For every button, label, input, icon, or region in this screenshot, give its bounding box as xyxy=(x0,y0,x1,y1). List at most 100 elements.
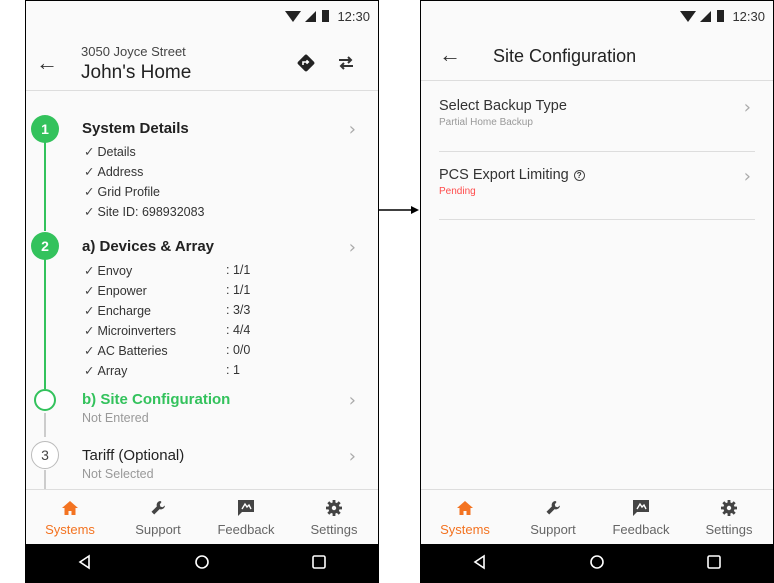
feedback-icon xyxy=(202,497,290,519)
checklist-item: ✓ Microinverters xyxy=(84,324,176,338)
pcs-export-limiting-row[interactable]: PCS Export Limiting? Pending xyxy=(439,167,755,197)
step-1-marker: 1 xyxy=(31,115,59,143)
row-title: Select Backup Type xyxy=(439,98,567,114)
nav-label: Settings xyxy=(705,522,753,537)
check-icon: ✓ xyxy=(84,185,95,199)
android-home-icon[interactable] xyxy=(589,554,605,575)
check-icon: ✓ xyxy=(84,284,95,298)
device-count: : 4/4 xyxy=(226,323,251,337)
check-icon: ✓ xyxy=(84,145,95,159)
status-time: 12:30 xyxy=(337,8,370,24)
feedback-icon xyxy=(597,497,685,519)
wrench-icon xyxy=(509,497,597,519)
gear-icon xyxy=(290,497,378,519)
check-icon: ✓ xyxy=(84,205,95,219)
nav-settings[interactable]: Settings xyxy=(685,490,773,544)
flow-arrow-icon xyxy=(379,206,419,214)
checklist-item: ✓ Site ID: 698932083 xyxy=(84,205,205,219)
divider xyxy=(439,219,755,220)
step-2-marker: 2 xyxy=(31,232,59,260)
row-title: PCS Export Limiting? xyxy=(439,167,755,183)
android-back-icon[interactable] xyxy=(472,554,488,575)
back-arrow-icon[interactable]: ← xyxy=(36,52,58,74)
nav-support[interactable]: Support xyxy=(509,490,597,544)
bottom-nav: Systems Support Feedback Settings xyxy=(26,489,378,544)
checklist-item: ✓ Address xyxy=(84,165,144,179)
checklist-item: ✓ Array xyxy=(84,364,128,378)
signal-icon xyxy=(700,10,712,22)
chevron-right-icon[interactable]: › xyxy=(349,390,356,411)
home-icon xyxy=(26,497,114,519)
app-bar: ← Site Configuration xyxy=(421,31,773,81)
right-phone-screen: 12:30 ← Site Configuration Select Backup… xyxy=(420,0,774,583)
chevron-right-icon[interactable]: › xyxy=(744,97,751,118)
wrench-icon xyxy=(114,497,202,519)
android-nav-bar xyxy=(26,544,378,582)
signal-icon xyxy=(305,10,317,22)
nav-settings[interactable]: Settings xyxy=(290,490,378,544)
android-recents-icon[interactable] xyxy=(706,554,722,575)
chevron-right-icon[interactable]: › xyxy=(349,237,356,258)
row-subtitle: Partial Home Backup xyxy=(439,117,533,128)
checklist-item: ✓ Enpower xyxy=(84,284,147,298)
backup-type-row[interactable]: Select Backup Type Partial Home Backup xyxy=(439,98,755,128)
device-count: : 1/1 xyxy=(226,283,251,297)
device-count: : 1/1 xyxy=(226,263,251,277)
app-bar: ← 3050 Joyce Street John's Home xyxy=(26,31,378,91)
nav-feedback[interactable]: Feedback xyxy=(597,490,685,544)
checklist-item: ✓ Encharge xyxy=(84,304,151,318)
check-icon: ✓ xyxy=(84,324,95,338)
left-phone-screen: 12:30 ← 3050 Joyce Street John's Home 1 … xyxy=(25,0,379,583)
nav-systems[interactable]: Systems xyxy=(26,490,114,544)
checklist-item: ✓ Details xyxy=(84,145,136,159)
nav-feedback[interactable]: Feedback xyxy=(202,490,290,544)
check-icon: ✓ xyxy=(84,264,95,278)
nav-label: Feedback xyxy=(217,522,275,537)
nav-systems[interactable]: Systems xyxy=(421,490,509,544)
progress-line xyxy=(44,470,46,489)
chevron-right-icon[interactable]: › xyxy=(744,166,751,187)
battery-icon xyxy=(717,10,725,22)
nav-label: Support xyxy=(530,522,576,537)
device-count: : 1 xyxy=(226,363,240,377)
nav-label: Settings xyxy=(310,522,358,537)
chevron-right-icon[interactable]: › xyxy=(349,446,356,467)
wifi-icon xyxy=(680,10,697,22)
android-home-icon[interactable] xyxy=(194,554,210,575)
home-icon xyxy=(421,497,509,519)
progress-line xyxy=(44,141,46,231)
nav-support[interactable]: Support xyxy=(114,490,202,544)
android-recents-icon[interactable] xyxy=(311,554,327,575)
check-icon: ✓ xyxy=(84,344,95,358)
step-current-marker xyxy=(34,389,56,411)
progress-line xyxy=(44,259,46,389)
status-time: 12:30 xyxy=(732,8,765,24)
navigate-icon[interactable] xyxy=(296,53,316,78)
row-subtitle: Pending xyxy=(439,186,476,197)
checklist-item: ✓ Envoy xyxy=(84,264,133,278)
page-title: Site Configuration xyxy=(493,46,637,66)
checklist-item: ✓ Grid Profile xyxy=(84,185,161,199)
checklist-item: ✓ AC Batteries xyxy=(84,344,168,358)
site-title: John's Home xyxy=(81,62,192,83)
step-tariff[interactable]: Tariff (Optional) xyxy=(82,447,184,464)
step-system-details[interactable]: System Details xyxy=(82,120,189,137)
battery-icon xyxy=(322,10,330,22)
back-arrow-icon[interactable]: ← xyxy=(439,44,461,66)
android-back-icon[interactable] xyxy=(77,554,93,575)
step-status: Not Entered xyxy=(82,411,149,425)
device-count: : 0/0 xyxy=(226,343,251,357)
device-count: : 3/3 xyxy=(226,303,251,317)
check-icon: ✓ xyxy=(84,165,95,179)
wifi-icon xyxy=(285,10,302,22)
status-bar: 12:30 xyxy=(26,1,378,31)
chevron-right-icon[interactable]: › xyxy=(349,119,356,140)
step-site-configuration[interactable]: b) Site Configuration xyxy=(82,391,230,408)
help-icon[interactable]: ? xyxy=(573,170,585,181)
swap-icon[interactable] xyxy=(336,53,356,78)
step-devices-array[interactable]: a) Devices & Array xyxy=(82,238,214,255)
nav-label: Support xyxy=(135,522,181,537)
gear-icon xyxy=(685,497,773,519)
step-3-marker: 3 xyxy=(31,441,59,469)
site-address: 3050 Joyce Street xyxy=(81,44,186,59)
